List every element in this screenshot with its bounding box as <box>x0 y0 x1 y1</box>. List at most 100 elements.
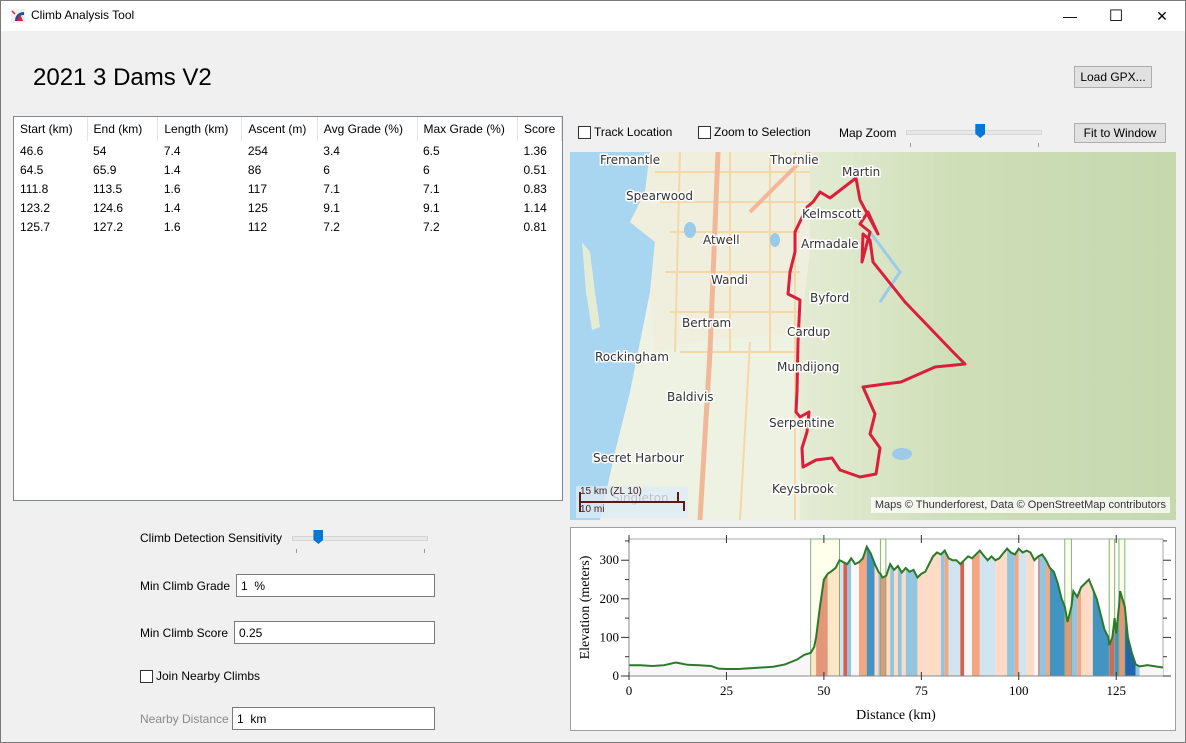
grade-band <box>839 560 844 676</box>
window-title: Climb Analysis Tool <box>31 8 135 22</box>
slider-tick <box>296 549 297 553</box>
grade-band <box>972 550 980 676</box>
map-canvas[interactable]: Fremantle Thornlie Martin Spearwood Kelmscot… <box>570 152 1176 520</box>
grade-band <box>1014 548 1019 676</box>
table-cell: 7.4 <box>163 143 181 158</box>
column-header[interactable]: Ascent (m) <box>241 117 318 141</box>
table-cell: 113.5 <box>93 181 123 196</box>
column-header[interactable]: End (km) <box>87 117 159 141</box>
grade-band <box>940 550 945 676</box>
checkbox-box[interactable] <box>698 125 711 139</box>
table-cell: 1.36 <box>523 143 547 158</box>
map-place-label: Atwell <box>703 233 740 247</box>
sensitivity-slider[interactable] <box>292 530 428 553</box>
climb-highlight <box>1108 538 1116 677</box>
grade-band <box>1034 556 1039 676</box>
scale-bar: 15 km (ZL 10) 10 mi <box>576 486 688 518</box>
x-tick-label: 0 <box>626 683 633 698</box>
column-header[interactable]: Length (km) <box>157 117 243 141</box>
climbs-table[interactable]: Start (km) End (km) Length (km) Ascent (m) A… <box>13 116 563 501</box>
table-row[interactable]: 64.5 65.9 1.4 86 6 6 0.51 <box>14 160 562 179</box>
fit-to-window-button[interactable]: Fit to Window <box>1074 123 1166 143</box>
map-zoom-slider[interactable] <box>906 124 1042 147</box>
y-tick-label: 200 <box>600 591 620 606</box>
track-location-checkbox[interactable]: Track Location <box>578 125 672 139</box>
map-attribution: Maps © Thunderforest, Data © OpenStreetM… <box>870 497 1170 513</box>
table-cell: 111.8 <box>20 181 49 196</box>
join-nearby-label: Join Nearby Climbs <box>156 669 261 683</box>
nearby-distance-input[interactable] <box>232 707 435 730</box>
checkbox-box[interactable] <box>140 669 153 683</box>
minimize-button[interactable]: — <box>1047 1 1093 31</box>
grade-band <box>858 546 867 676</box>
climb-highlight <box>879 538 887 677</box>
table-row[interactable]: 123.2 124.6 1.4 125 9.1 9.1 1.14 <box>14 198 562 217</box>
column-header[interactable]: Max Grade (%) <box>417 117 518 141</box>
map-place-label: Armadale <box>801 237 859 251</box>
grade-band <box>890 564 895 676</box>
grade-band <box>948 558 961 676</box>
slider-thumb[interactable] <box>313 530 324 544</box>
nearby-distance-label: Nearby Distance <box>140 712 229 726</box>
table-cell: 6 <box>323 162 330 177</box>
grade-band <box>1038 555 1040 676</box>
elevation-chart[interactable]: 0 25 50 75 100 125 0 100 200 300 Distance (km) Elev… <box>570 527 1176 731</box>
map-place-label: Mundijong <box>777 360 839 374</box>
y-axis-label: Elevation (meters) <box>578 555 593 659</box>
table-row[interactable]: 111.8 113.5 1.6 117 7.1 7.1 0.83 <box>14 179 562 198</box>
min-score-input[interactable] <box>234 621 435 644</box>
maximize-icon: ☐ <box>1108 8 1124 25</box>
y-tick-label: 0 <box>613 668 620 683</box>
table-cell: 9.1 <box>323 200 340 215</box>
slider-tick <box>1038 143 1039 147</box>
map-place-label: Thornlie <box>769 153 819 167</box>
map-zoom-label: Map Zoom <box>839 126 897 140</box>
x-axis-label: Distance (km) <box>856 708 936 723</box>
table-cell: 3.4 <box>323 143 340 158</box>
y-tick-label: 100 <box>600 629 620 644</box>
slider-thumb[interactable] <box>975 124 986 138</box>
table-cell: 46.6 <box>20 143 44 158</box>
table-cell: 254 <box>247 143 268 158</box>
slider-track <box>906 130 1042 135</box>
zoom-to-selection-checkbox[interactable]: Zoom to Selection <box>698 125 811 139</box>
grade-band <box>995 548 1008 676</box>
column-header[interactable]: Avg Grade (%) <box>317 117 418 141</box>
column-header[interactable]: Score <box>517 117 563 141</box>
grade-band <box>1039 554 1047 676</box>
load-gpx-button[interactable]: Load GPX... <box>1074 66 1152 88</box>
x-tick-label: 125 <box>1106 683 1126 698</box>
table-body: 46.6 54 7.4 254 3.4 6.5 1.36 64.5 65.9 1.4 86 6 6 0.5… <box>14 141 562 236</box>
maximize-button[interactable]: ☐ <box>1093 1 1139 31</box>
document-title: 2021 3 Dams V2 <box>33 64 212 91</box>
map-view[interactable]: Fremantle Thornlie Martin Spearwood Kelmscot… <box>570 152 1176 520</box>
table-cell: 7.1 <box>323 181 340 196</box>
table-cell: 0.51 <box>523 162 547 177</box>
table-row[interactable]: 125.7 127.2 1.6 112 7.2 7.2 0.81 <box>14 217 562 236</box>
grade-band <box>979 550 996 676</box>
grade-band <box>874 563 879 676</box>
app-icon <box>11 9 25 23</box>
grade-band <box>894 566 898 676</box>
elevation-chart-svg: 0 25 50 75 100 125 0 100 200 300 Distance (km) Elev… <box>578 535 1171 723</box>
grade-band <box>1026 550 1035 676</box>
slider-tick <box>910 143 911 147</box>
map-place-label: Cardup <box>787 325 830 339</box>
checkbox-box[interactable] <box>578 125 591 139</box>
grade-band <box>960 560 965 676</box>
map-place-label: Martin <box>842 165 880 179</box>
grade-band <box>901 567 906 676</box>
join-nearby-checkbox[interactable]: Join Nearby Climbs <box>140 669 260 683</box>
column-header[interactable]: Start (km) <box>14 117 88 141</box>
table-row[interactable]: 46.6 54 7.4 254 3.4 6.5 1.36 <box>14 141 562 160</box>
close-button[interactable]: ✕ <box>1139 1 1185 31</box>
min-grade-input[interactable] <box>236 574 435 597</box>
lake <box>684 222 696 238</box>
map-place-label: Wandi <box>711 273 748 287</box>
min-score-label: Min Climb Score <box>140 626 229 640</box>
grade-band <box>1018 548 1027 676</box>
title-bar[interactable]: Climb Analysis Tool — ☐ ✕ <box>1 1 1185 31</box>
min-grade-label: Min Climb Grade <box>140 579 231 593</box>
grade-band <box>1077 587 1082 676</box>
close-icon: ✕ <box>1156 7 1168 24</box>
